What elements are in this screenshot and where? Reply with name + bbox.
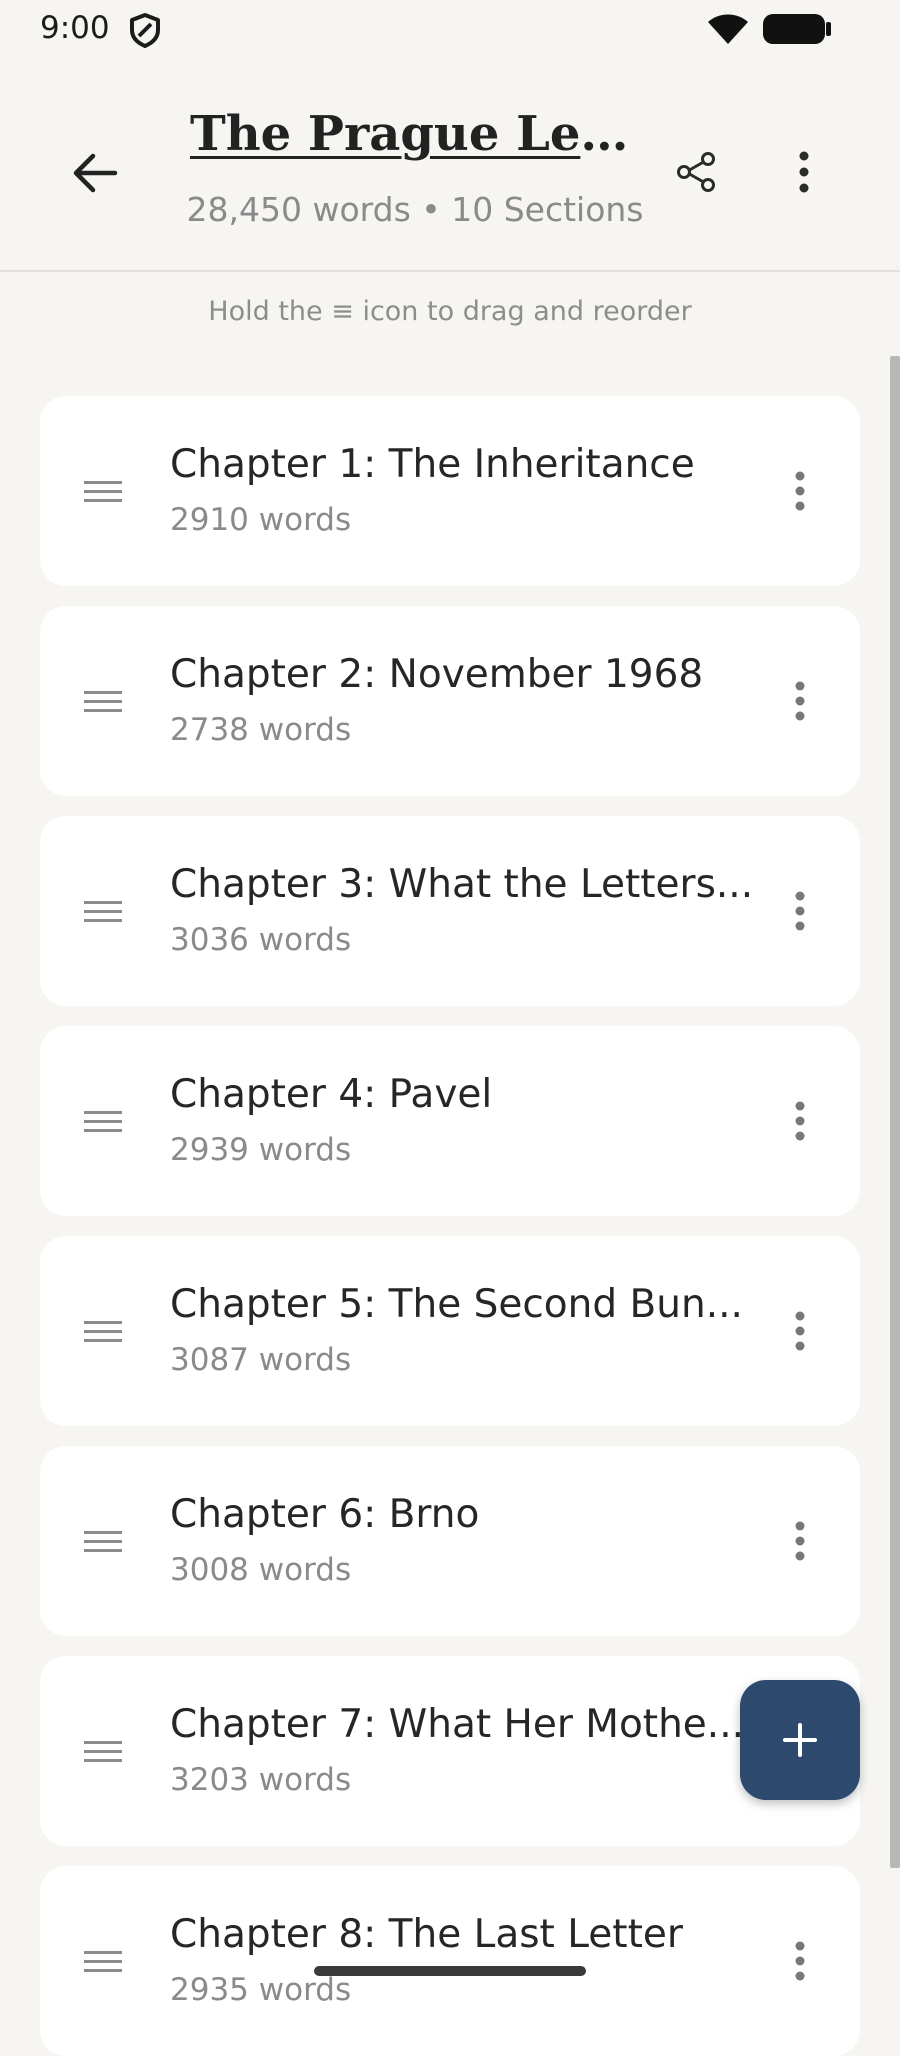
chapter-word-count: 3008 words: [170, 1552, 352, 1588]
more-vertical-icon: [795, 1311, 805, 1351]
reorder-hint: Hold the ≡ icon to drag and reorder: [208, 296, 692, 327]
chapter-title: Chapter 1: The Inheritance: [170, 442, 695, 487]
chapter-card[interactable]: Chapter 1: The Inheritance 2910 words: [40, 396, 860, 586]
chapter-word-count: 3036 words: [170, 922, 352, 958]
chapter-more-button[interactable]: [772, 462, 828, 520]
chapter-word-count: 2935 words: [170, 1972, 352, 2008]
drag-handle-icon[interactable]: [80, 1313, 126, 1349]
arrow-left-icon: [73, 153, 118, 193]
plus-icon: [783, 1723, 817, 1757]
chapter-card[interactable]: Chapter 4: Pavel 2939 words: [40, 1026, 860, 1216]
more-vertical-icon: [795, 1101, 805, 1141]
chapter-card[interactable]: Chapter 8: The Last Letter 2935 words: [40, 1866, 860, 2056]
drag-handle-icon[interactable]: [80, 683, 126, 719]
status-bar: 9:00: [0, 0, 900, 60]
chapter-title: Chapter 2: November 1968: [170, 652, 704, 697]
drag-handle-icon[interactable]: [80, 1733, 126, 1769]
drag-handle-icon[interactable]: [80, 1523, 126, 1559]
more-vertical-icon: [795, 681, 805, 721]
drag-handle-icon[interactable]: [80, 893, 126, 929]
status-time: 9:00: [40, 10, 110, 46]
scrollbar[interactable]: [890, 356, 900, 1868]
chapter-card[interactable]: Chapter 5: The Second Bun... 3087 words: [40, 1236, 860, 1426]
drag-handle-icon[interactable]: [80, 1943, 126, 1979]
top-app-bar: The Prague Lett... 28,450 words • 10 Sec…: [0, 60, 900, 272]
chapter-word-count: 2910 words: [170, 502, 352, 538]
more-vertical-icon: [795, 471, 805, 511]
share-icon: [677, 152, 715, 192]
chapter-card[interactable]: Chapter 2: November 1968 2738 words: [40, 606, 860, 796]
wifi-icon: [708, 14, 748, 44]
drag-handle-icon[interactable]: [80, 1103, 126, 1139]
more-vertical-icon: [795, 1521, 805, 1561]
shield-icon: [130, 13, 160, 48]
chapter-word-count: 3203 words: [170, 1762, 352, 1798]
more-vertical-icon: [799, 151, 809, 193]
chapter-title: Chapter 7: What Her Mothe...: [170, 1702, 744, 1747]
chapter-card[interactable]: Chapter 6: Brno 3008 words: [40, 1446, 860, 1636]
chapter-more-button[interactable]: [772, 1092, 828, 1150]
home-indicator[interactable]: [314, 1966, 586, 1976]
more-vertical-icon: [795, 1941, 805, 1981]
chapter-more-button[interactable]: [772, 1932, 828, 1990]
back-button[interactable]: [62, 140, 128, 206]
page-subtitle: 28,450 words • 10 Sections: [186, 190, 644, 229]
chapter-title: Chapter 4: Pavel: [170, 1072, 493, 1117]
chapter-more-button[interactable]: [772, 1512, 828, 1570]
chapter-card[interactable]: Chapter 7: What Her Mothe... 3203 words: [40, 1656, 860, 1846]
chapter-word-count: 2939 words: [170, 1132, 352, 1168]
chapter-more-button[interactable]: [772, 672, 828, 730]
chapter-title: Chapter 8: The Last Letter: [170, 1912, 683, 1957]
chapter-card[interactable]: Chapter 3: What the Letters... 3036 word…: [40, 816, 860, 1006]
chapter-title: Chapter 3: What the Letters...: [170, 862, 754, 907]
chapter-title: Chapter 6: Brno: [170, 1492, 480, 1537]
more-options-button[interactable]: [772, 140, 836, 204]
more-vertical-icon: [795, 891, 805, 931]
drag-handle-icon[interactable]: [80, 473, 126, 509]
chapter-title: Chapter 5: The Second Bun...: [170, 1282, 743, 1327]
chapter-more-button[interactable]: [772, 882, 828, 940]
add-chapter-button[interactable]: [740, 1680, 860, 1800]
share-button[interactable]: [664, 140, 728, 204]
chapter-word-count: 2738 words: [170, 712, 352, 748]
page-title[interactable]: The Prague Lett...: [190, 106, 640, 162]
battery-icon: [763, 14, 831, 44]
chapter-more-button[interactable]: [772, 1302, 828, 1360]
chapter-word-count: 3087 words: [170, 1342, 352, 1378]
